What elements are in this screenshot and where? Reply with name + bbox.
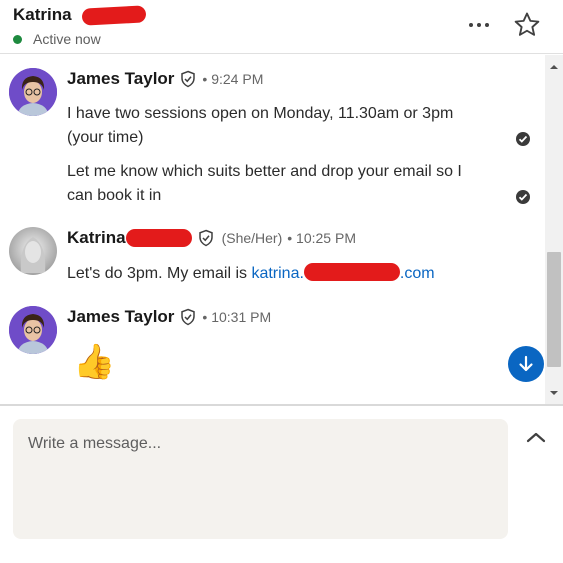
message-header: Katrina (She/Her) • 10:25 PM bbox=[67, 228, 356, 248]
redaction-mark bbox=[125, 229, 192, 247]
contact-name-text: Katrina bbox=[13, 5, 72, 24]
avatar-image bbox=[9, 227, 57, 275]
read-receipt-check-icon bbox=[516, 190, 530, 204]
star-conversation-button[interactable] bbox=[512, 10, 542, 40]
message-header: James Taylor • 9:24 PM bbox=[67, 69, 263, 89]
email-link[interactable]: katrina. .com bbox=[251, 263, 435, 282]
jump-to-latest-button[interactable] bbox=[508, 346, 544, 382]
message-timestamp: • 10:31 PM bbox=[202, 309, 272, 325]
contact-name[interactable]: Katrina bbox=[13, 4, 146, 26]
arrow-down-icon bbox=[519, 355, 533, 372]
pronouns: (She/Her) bbox=[221, 230, 283, 246]
redaction-mark bbox=[303, 263, 400, 281]
scroll-down-arrow-icon[interactable] bbox=[545, 387, 563, 399]
message-scrollbar[interactable] bbox=[545, 55, 563, 405]
message-timestamp: • 10:25 PM bbox=[287, 230, 356, 246]
star-icon bbox=[514, 12, 540, 36]
avatar-james-taylor[interactable] bbox=[9, 68, 57, 116]
verified-shield-icon bbox=[198, 229, 213, 247]
avatar-image bbox=[9, 306, 57, 354]
scroll-thumb[interactable] bbox=[547, 252, 561, 367]
message-header: James Taylor • 10:31 PM bbox=[67, 307, 271, 327]
expand-composer-button[interactable] bbox=[524, 428, 548, 446]
online-indicator bbox=[13, 34, 22, 44]
avatar-james-taylor[interactable] bbox=[9, 306, 57, 354]
message-body: I have two sessions open on Monday, 11.3… bbox=[67, 105, 454, 146]
scroll-up-arrow-icon[interactable] bbox=[545, 61, 563, 73]
sender-name[interactable]: James Taylor bbox=[67, 307, 174, 327]
verified-shield-icon bbox=[181, 308, 196, 326]
verified-shield-icon bbox=[181, 70, 196, 88]
avatar-katrina[interactable] bbox=[9, 227, 57, 275]
conversation-header: Katrina Active now bbox=[0, 0, 563, 54]
sender-name[interactable]: James Taylor bbox=[67, 69, 174, 89]
sender-name[interactable]: Katrina bbox=[67, 228, 126, 248]
message-composer bbox=[13, 419, 508, 539]
message-list: James Taylor • 9:24 PM I have two sessio… bbox=[0, 55, 545, 405]
more-horizontal-icon bbox=[469, 23, 473, 27]
status-text: Active now bbox=[33, 31, 101, 47]
presence-status: Active now bbox=[13, 31, 101, 47]
message-body: Let me know which suits better and drop … bbox=[67, 163, 462, 204]
redaction-mark bbox=[81, 4, 146, 26]
more-options-button[interactable] bbox=[462, 10, 496, 40]
chevron-up-icon bbox=[526, 432, 546, 443]
avatar-image bbox=[9, 68, 57, 116]
thumbs-up-emoji: 👍 bbox=[73, 343, 116, 381]
composer-divider bbox=[0, 404, 563, 406]
message-timestamp: • 9:24 PM bbox=[202, 71, 264, 87]
message-body: Let's do 3pm. My email is katrina. .com bbox=[67, 263, 435, 282]
read-receipt-check-icon bbox=[516, 132, 530, 146]
message-input[interactable] bbox=[28, 435, 493, 523]
